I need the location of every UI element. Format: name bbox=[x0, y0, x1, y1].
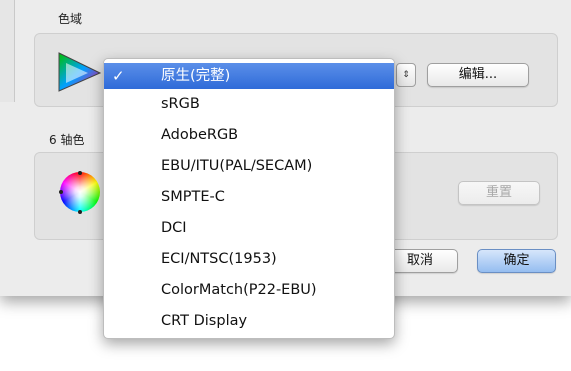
ok-button[interactable]: 确定 bbox=[477, 249, 556, 273]
wheel-handle-bottom bbox=[78, 210, 82, 214]
menu-item-label: AdobeRGB bbox=[161, 127, 239, 143]
menu-item-label: 原生(完整) bbox=[161, 68, 231, 84]
menu-item-ebu-itu[interactable]: EBU/ITU(PAL/SECAM) bbox=[104, 151, 394, 182]
menu-item-label: CRT Display bbox=[161, 313, 248, 329]
menu-item-eci-ntsc[interactable]: ECI/NTSC(1953) bbox=[104, 244, 394, 275]
menu-item-adobergb[interactable]: AdobeRGB bbox=[104, 120, 394, 151]
gamut-dropdown-menu: ✓ 原生(完整) sRGB AdobeRGB EBU/ITU(PAL/SECAM… bbox=[103, 58, 395, 339]
color-gamut-icon bbox=[58, 52, 102, 92]
menu-item-label: sRGB bbox=[161, 96, 200, 112]
edit-button[interactable]: 编辑... bbox=[427, 63, 529, 87]
menu-item-srgb[interactable]: sRGB bbox=[104, 89, 394, 120]
color-wheel-icon bbox=[60, 172, 100, 212]
menu-item-smpte-c[interactable]: SMPTE-C bbox=[104, 182, 394, 213]
menu-item-label: DCI bbox=[161, 220, 187, 236]
menu-item-label: EBU/ITU(PAL/SECAM) bbox=[161, 158, 313, 174]
reset-button[interactable]: 重置 bbox=[458, 181, 540, 205]
menu-item-label: SMPTE-C bbox=[161, 189, 225, 205]
menu-item-label: ColorMatch(P22-EBU) bbox=[161, 282, 317, 298]
wheel-handle-left bbox=[59, 190, 63, 194]
gamut-section-title: 色域 bbox=[58, 12, 83, 26]
axis-section-title: 6 轴色 bbox=[49, 133, 85, 147]
menu-item-native-full[interactable]: ✓ 原生(完整) bbox=[104, 63, 394, 89]
menu-item-label: ECI/NTSC(1953) bbox=[161, 251, 277, 267]
gamut-select-stepper[interactable]: ⇕ bbox=[396, 63, 416, 87]
wheel-handle-top bbox=[78, 171, 82, 175]
left-panel-edge bbox=[0, 0, 15, 102]
menu-item-crt-display[interactable]: CRT Display bbox=[104, 306, 394, 337]
menu-item-colormatch[interactable]: ColorMatch(P22-EBU) bbox=[104, 275, 394, 306]
menu-item-dci[interactable]: DCI bbox=[104, 213, 394, 244]
checkmark-icon: ✓ bbox=[112, 67, 125, 85]
